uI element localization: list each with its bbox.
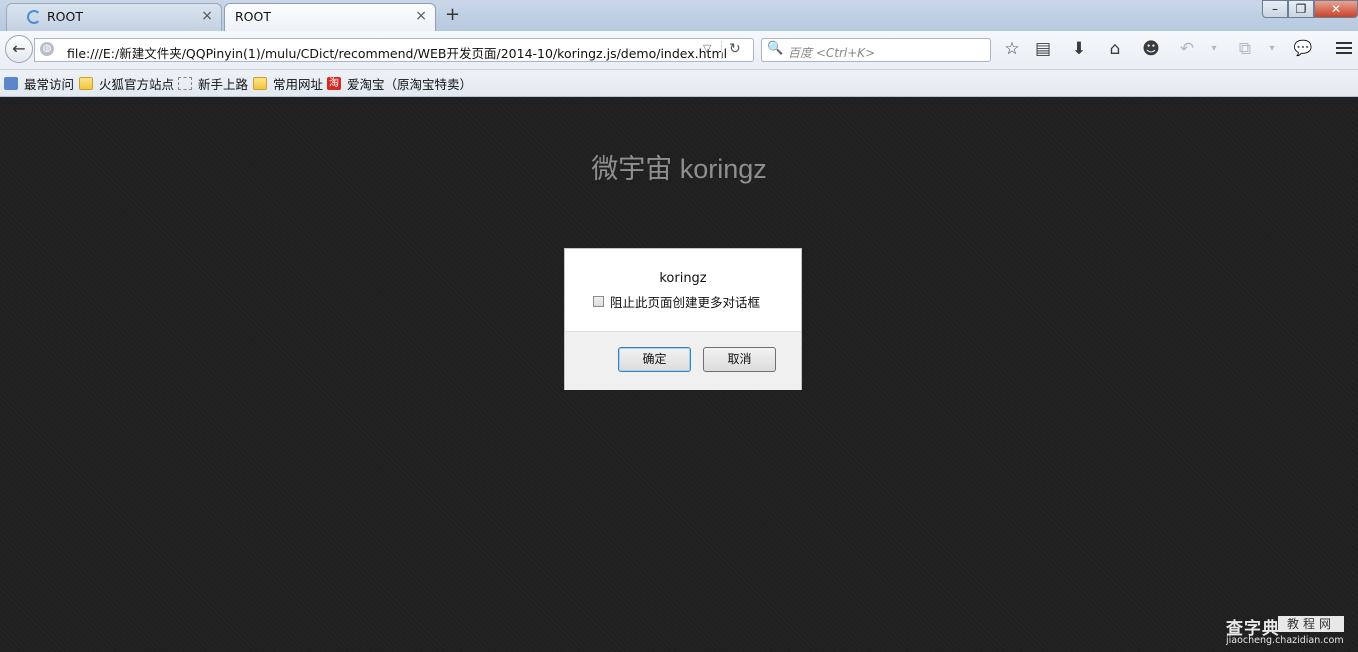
tab-root-1[interactable]: ROOT × — [6, 3, 222, 31]
downloads-icon[interactable]: ⬇ — [1068, 39, 1090, 59]
confirm-dialog: koringz 阻止此页面创建更多对话框 确定 取消 — [564, 248, 802, 390]
close-icon[interactable]: × — [201, 8, 213, 24]
watermark-sub: jiaocheng.chazidian.com — [1226, 635, 1344, 646]
bookmark-common-sites[interactable]: 常用网址 — [253, 75, 324, 92]
search-icon: 🔍 — [767, 41, 784, 56]
checkbox-label: 阻止此页面创建更多对话框 — [610, 295, 761, 310]
taobao-icon: 淘 — [327, 76, 341, 90]
folder-icon — [79, 76, 93, 90]
page-content: 微宇宙 koringz koringz 阻止此页面创建更多对话框 确定 取消 查… — [0, 97, 1358, 652]
chat-icon[interactable]: 💬 — [1292, 39, 1314, 57]
reading-list-icon[interactable]: ▤ — [1032, 39, 1054, 59]
watermark: 查字典 教程网 jiaocheng.chazidian.com — [1226, 614, 1348, 650]
block-dialogs-checkbox[interactable] — [593, 296, 604, 307]
url-text[interactable]: file:///E:/新建文件夹/QQPinyin(1)/mulu/CDict/… — [67, 43, 727, 62]
back-button[interactable]: ← — [5, 35, 33, 63]
home-icon[interactable]: ⌂ — [1104, 39, 1126, 59]
url-dropdown-icon[interactable]: ▽ — [703, 42, 711, 55]
bookmark-label: 新手上路 — [198, 76, 249, 92]
watermark-box: 教程网 — [1278, 616, 1344, 632]
dialog-message: koringz — [659, 271, 707, 286]
tab-strip: ROOT × ROOT × + – ❐ ✕ — [0, 0, 1358, 31]
restore-icon[interactable]: ❐ — [1288, 0, 1314, 18]
dialog-footer: 确定 取消 — [565, 331, 801, 390]
bookmark-label: 常用网址 — [273, 76, 324, 92]
navigation-bar: ◍ file:///E:/新建文件夹/QQPinyin(1)/mulu/CDic… — [0, 31, 1358, 70]
minimize-icon[interactable]: – — [1262, 0, 1288, 18]
tab-title: ROOT — [235, 9, 271, 24]
bookmark-firefox-sites[interactable]: 火狐官方站点 — [79, 75, 175, 92]
hamburger-menu-icon[interactable] — [1336, 42, 1352, 57]
chevron-down-icon[interactable]: ▾ — [1203, 43, 1225, 54]
url-bar[interactable]: ◍ file:///E:/新建文件夹/QQPinyin(1)/mulu/CDic… — [34, 38, 754, 62]
bookmark-label: 爱淘宝（原淘宝特卖） — [347, 76, 473, 92]
dashed-page-icon — [178, 76, 192, 90]
globe-icon: ◍ — [40, 42, 54, 56]
reload-icon[interactable]: ↻ — [729, 41, 741, 57]
window-controls: – ❐ ✕ — [1262, 0, 1358, 20]
screenshot-icon[interactable]: ⧉ — [1234, 39, 1256, 59]
bookmark-label: 火狐官方站点 — [99, 76, 175, 92]
search-placeholder: 百度 <Ctrl+K> — [788, 46, 876, 60]
pin-icon — [4, 76, 18, 90]
bookmark-most-visited[interactable]: 最常访问 — [4, 75, 75, 92]
bookmark-getting-started[interactable]: 新手上路 — [178, 75, 249, 92]
tab-title: ROOT — [47, 9, 83, 24]
cancel-button[interactable]: 取消 — [703, 347, 776, 372]
tab-root-2[interactable]: ROOT × — [224, 3, 436, 31]
folder-icon — [253, 76, 267, 90]
window-close-icon[interactable]: ✕ — [1314, 0, 1358, 18]
url-separator — [721, 41, 722, 59]
page-title: 微宇宙 koringz — [591, 154, 767, 184]
loading-spinner-icon — [27, 10, 41, 24]
bookmark-star-icon[interactable]: ☆ — [1001, 39, 1023, 59]
close-icon[interactable]: × — [415, 8, 427, 24]
social-icon[interactable]: ☻ — [1140, 39, 1162, 59]
undo-icon[interactable]: ↶ — [1176, 39, 1198, 59]
chevron-down-icon[interactable]: ▾ — [1261, 43, 1283, 54]
block-dialogs-checkbox-row[interactable]: 阻止此页面创建更多对话框 — [593, 292, 760, 311]
bookmarks-bar: 最常访问 火狐官方站点 新手上路 常用网址 淘 爱淘宝（原淘宝特卖） — [0, 70, 1358, 97]
new-tab-icon[interactable]: + — [445, 4, 460, 25]
bookmark-label: 最常访问 — [24, 76, 75, 92]
bookmark-ai-taobao[interactable]: 淘 爱淘宝（原淘宝特卖） — [327, 75, 473, 92]
search-input[interactable]: 🔍 百度 <Ctrl+K> — [761, 38, 991, 62]
ok-button[interactable]: 确定 — [618, 347, 691, 372]
